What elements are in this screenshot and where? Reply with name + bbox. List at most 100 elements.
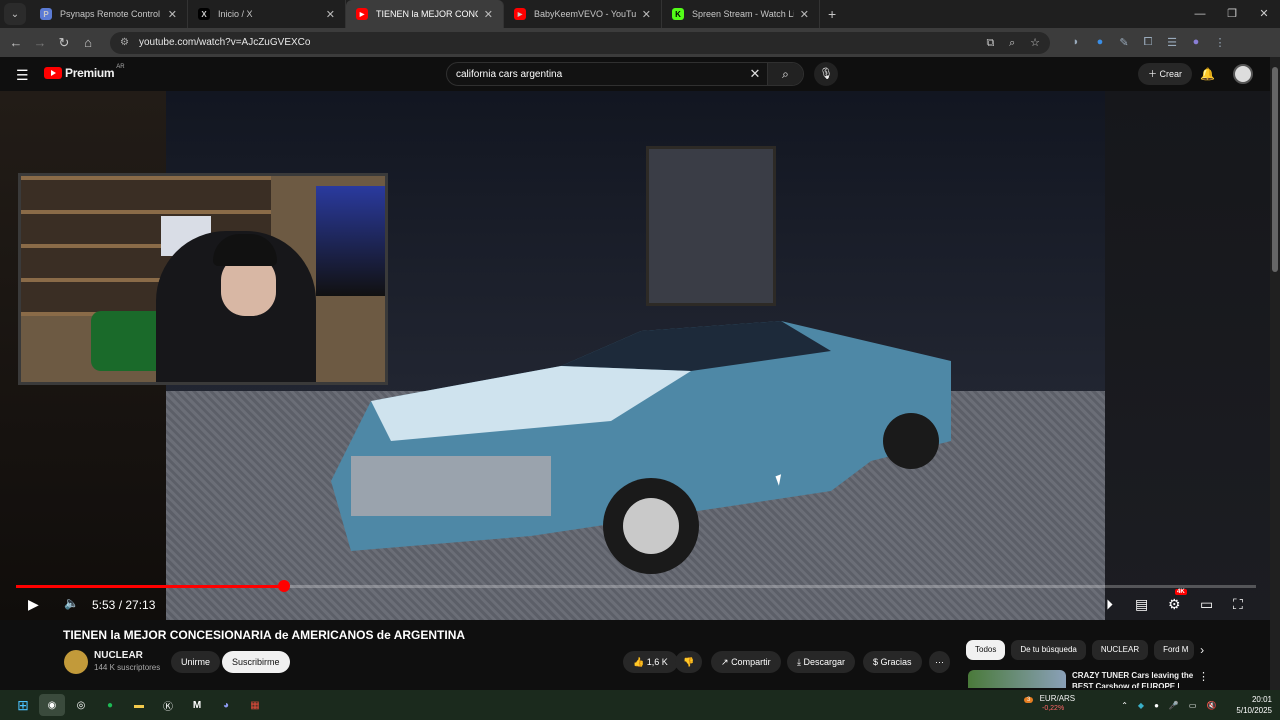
search-input[interactable]: california cars argentina <box>447 69 743 80</box>
related-video-thumbnail[interactable] <box>968 670 1066 688</box>
subtitles-icon[interactable]: ▤ <box>1135 596 1148 613</box>
restore-icon[interactable]: ❐ <box>1216 0 1248 28</box>
reading-list-icon[interactable]: ☰ <box>1160 36 1184 49</box>
page-scrollbar[interactable] <box>1270 57 1280 690</box>
share-button[interactable]: ↗ Compartir <box>711 651 781 673</box>
theater-mode-icon[interactable]: ▭ <box>1200 596 1213 613</box>
install-app-icon[interactable]: ⧉ <box>987 37 995 49</box>
chip-from-search[interactable]: De tu búsqueda <box>1011 640 1086 660</box>
app-taskbar-icon[interactable]: M <box>184 694 210 716</box>
extension-icon[interactable]: ● <box>1088 36 1112 49</box>
video-player[interactable]: ▶ 🔈 5:53 / 27:13 ⏵ ▤ ⚙ 4K ▭ ⛶ <box>0 91 1270 620</box>
forward-icon[interactable]: → <box>28 35 52 50</box>
browser-tab-active[interactable]: ▶ TIENEN la MEJOR CONCESIONA ✕ <box>346 0 504 28</box>
channel-name[interactable]: NUCLEAR <box>94 650 143 661</box>
new-tab-icon[interactable]: + <box>828 6 836 22</box>
discord-taskbar-icon[interactable]: ◕ <box>213 694 239 716</box>
volume-icon[interactable]: 🔈 <box>64 596 79 610</box>
youtube-play-icon <box>44 67 62 79</box>
display-icon[interactable]: ▭ <box>1189 701 1197 710</box>
minimize-icon[interactable]: — <box>1184 0 1216 28</box>
subscribe-button[interactable]: Suscribirme <box>222 651 290 673</box>
omnibox-actions: ⧉ ⌕ ☆ <box>975 36 1040 50</box>
browser-tab[interactable]: ▶ BabyKeemVEVO - YouTube ✕ <box>504 0 662 28</box>
extensions-puzzle-icon[interactable]: ⧠ <box>1136 36 1160 49</box>
file-explorer-icon[interactable]: ▬ <box>126 694 152 716</box>
tray-app-icon[interactable]: ◆ <box>1138 701 1144 710</box>
close-tab-icon[interactable]: ✕ <box>642 8 651 21</box>
dislike-button[interactable]: 👎 <box>675 651 703 673</box>
account-avatar[interactable] <box>1233 64 1253 84</box>
volume-muted-icon[interactable]: 🔇 <box>1206 701 1216 710</box>
close-tab-icon[interactable]: ✕ <box>326 8 335 21</box>
spotify-taskbar-icon[interactable]: ● <box>97 694 123 716</box>
fullscreen-icon[interactable]: ⛶ <box>1233 596 1243 613</box>
thanks-button[interactable]: $ Gracias <box>863 651 922 673</box>
related-more-icon[interactable]: ⋮ <box>1198 670 1209 683</box>
windows-start-icon[interactable]: ⊞ <box>10 694 36 716</box>
download-button[interactable]: ⤓ Descargar <box>787 651 856 673</box>
close-window-icon[interactable]: ✕ <box>1248 0 1280 28</box>
dislike-icon: 👎 <box>683 657 695 667</box>
chip-all[interactable]: Todos <box>966 640 1006 660</box>
chip-ford[interactable]: Ford M <box>1154 640 1195 660</box>
clock[interactable]: 20:01 5/10/2025 <box>1226 694 1272 716</box>
like-button[interactable]: 👍 1,6 K <box>623 651 678 673</box>
browser-tab[interactable]: K Spreen Stream - Watch Live on ✕ <box>662 0 820 28</box>
app-taskbar-icon[interactable]: ▦ <box>242 694 268 716</box>
autoplay-toggle-icon[interactable]: ⏵ <box>1106 596 1113 613</box>
zoom-icon[interactable]: ⌕ <box>1009 37 1015 49</box>
close-tab-icon[interactable]: ✕ <box>800 8 809 21</box>
microphone-icon[interactable]: 🎤 <box>1169 701 1179 710</box>
streamer-webcam-overlay <box>18 173 388 385</box>
download-icon: ⤓ <box>797 657 801 667</box>
search-button[interactable]: ⌕ <box>767 63 803 85</box>
create-label: Crear <box>1159 69 1183 79</box>
browser-tab[interactable]: X Inicio / X ✕ <box>188 0 346 28</box>
tray-app-icon[interactable]: ● <box>1154 701 1159 710</box>
address-bar[interactable]: ⚙ youtube.com/watch?v=AJcZuGVEXCo ⧉ ⌕ ☆ <box>110 31 1050 54</box>
more-actions-icon[interactable]: ⋯ <box>929 651 950 673</box>
x-favicon-icon: X <box>198 8 210 20</box>
obs-taskbar-icon[interactable]: ◎ <box>68 694 94 716</box>
site-info-icon[interactable]: ⚙ <box>120 37 129 48</box>
hamburger-menu-icon[interactable]: ☰ <box>16 67 29 84</box>
create-button[interactable]: ＋ Crear <box>1138 63 1193 85</box>
related-video-title[interactable]: CRAZY TUNER Cars leaving the BEST Carsho… <box>1072 670 1197 688</box>
profile-icon[interactable]: ● <box>1184 36 1208 49</box>
currency-widget[interactable]: 3 EUR/ARS -0,22% <box>1024 694 1075 712</box>
settings-gear-icon[interactable]: ⚙ <box>1168 596 1181 613</box>
home-icon[interactable]: ⌂ <box>76 35 100 50</box>
extension-icon[interactable]: ✎ <box>1112 36 1136 49</box>
chrome-taskbar-icon[interactable]: ◉ <box>39 694 65 716</box>
voice-search-icon[interactable]: 🎙 <box>814 62 838 86</box>
reload-icon[interactable]: ↻ <box>52 35 76 51</box>
thanks-icon: $ <box>873 657 879 667</box>
play-icon[interactable]: ▶ <box>28 596 39 613</box>
scrollbar-thumb[interactable] <box>1272 67 1278 272</box>
share-icon: ↗ <box>721 657 729 667</box>
chip-channel[interactable]: NUCLEAR <box>1091 640 1149 660</box>
chips-next-chevron-icon[interactable]: › <box>1200 640 1204 660</box>
youtube-logo[interactable]: Premium AR <box>44 64 125 80</box>
join-button[interactable]: Unirme <box>171 651 221 673</box>
youtube-header: ☰ Premium AR california cars argentina ✕… <box>0 57 1270 91</box>
browser-menu-icon[interactable]: ⋮ <box>1208 36 1232 49</box>
extensions-area: ◗ ● ✎ ⧠ ☰ ● ⋮ <box>1064 36 1232 49</box>
bookmark-star-icon[interactable]: ☆ <box>1030 37 1040 49</box>
notifications-bell-icon[interactable]: 🔔 <box>1200 67 1215 81</box>
channel-avatar[interactable] <box>64 650 88 674</box>
close-tab-icon[interactable]: ✕ <box>484 8 493 21</box>
subscriber-count: 144 K suscriptores <box>94 663 161 672</box>
scrubber-handle[interactable] <box>278 580 291 592</box>
close-tab-icon[interactable]: ✕ <box>168 8 177 21</box>
clear-search-icon[interactable]: ✕ <box>743 66 767 82</box>
browser-tab[interactable]: P Psynaps Remote Control ✕ <box>30 0 188 28</box>
progress-bar[interactable] <box>16 580 1256 592</box>
extension-icon[interactable]: ◗ <box>1064 36 1088 49</box>
tab-search-button[interactable]: ⌄ <box>4 3 26 25</box>
back-icon[interactable]: ← <box>4 35 28 50</box>
app-taskbar-icon[interactable]: Ⓚ <box>155 694 181 716</box>
video-title: TIENEN la MEJOR CONCESIONARIA de AMERICA… <box>63 628 466 642</box>
tray-chevron-icon[interactable]: ⌃ <box>1121 701 1128 710</box>
